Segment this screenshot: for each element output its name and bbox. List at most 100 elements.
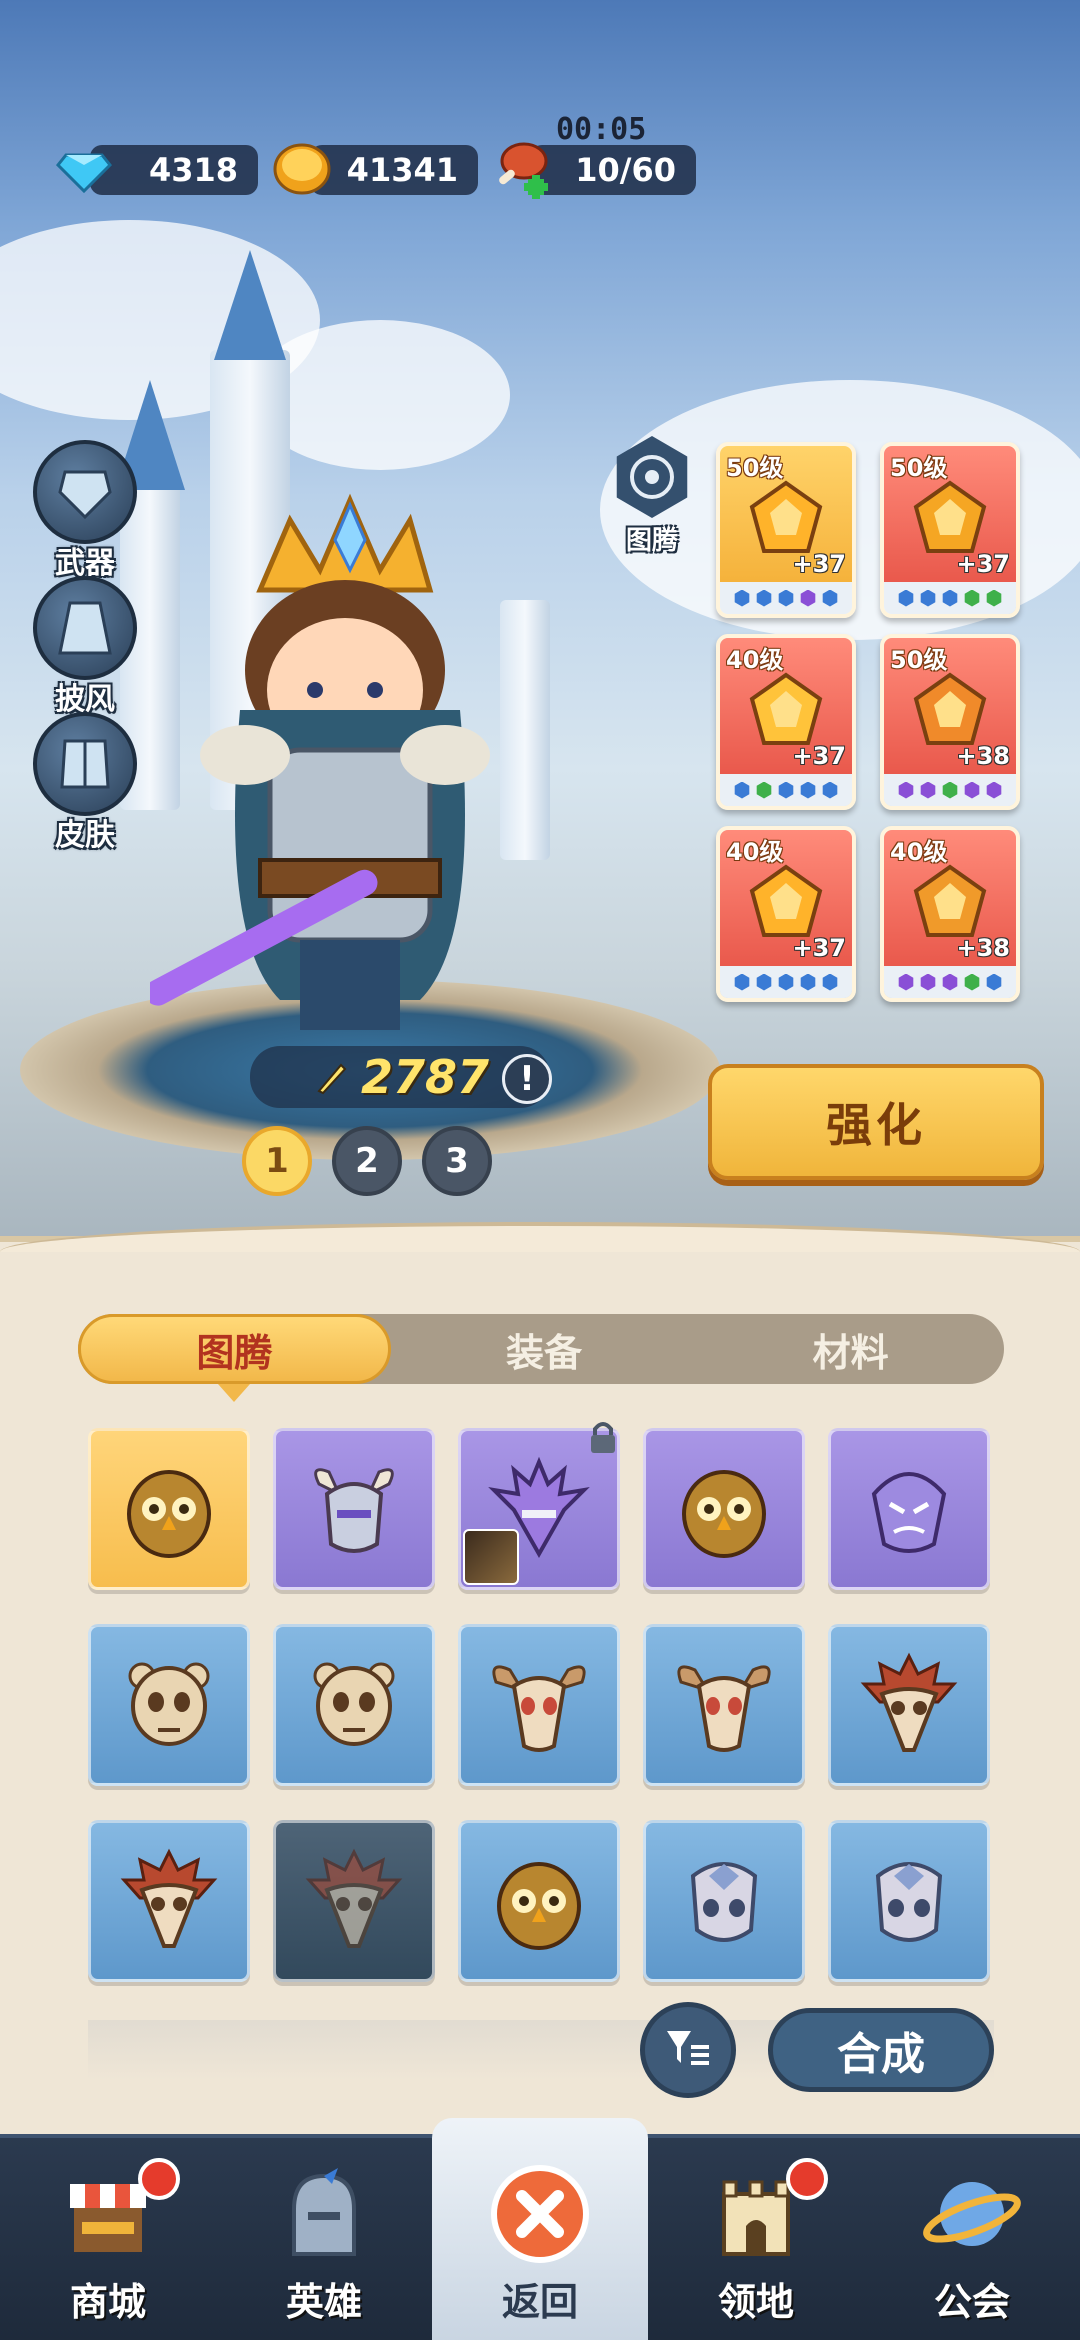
- equipment-card[interactable]: 40级 +37: [716, 634, 856, 810]
- coin-counter[interactable]: 41341: [310, 145, 478, 195]
- owl-totem-icon: [127, 1470, 211, 1558]
- equipment-item-icon: [913, 672, 987, 746]
- totem-slot[interactable]: [458, 1624, 620, 1786]
- lock-icon: [591, 1422, 615, 1453]
- armor-icon: [33, 440, 137, 544]
- nav-shop[interactable]: 商城: [0, 2138, 216, 2340]
- close-icon: [485, 2159, 595, 2269]
- totem-slot[interactable]: [88, 1428, 250, 1590]
- nav-label: 商城: [69, 2280, 146, 2324]
- equipment-card-face: 40级 +37: [720, 638, 852, 774]
- gem-slot: [898, 973, 914, 991]
- gem-slot: [734, 781, 750, 799]
- power-icon: [317, 1063, 347, 1095]
- side-button-label: 皮肤: [55, 818, 115, 853]
- equipment-bonus: +37: [792, 934, 846, 962]
- gem-slot: [986, 589, 1002, 607]
- equipment-gem-slots: [720, 966, 852, 998]
- tab-totem[interactable]: 图腾: [78, 1314, 391, 1384]
- totem-slot[interactable]: [828, 1624, 990, 1786]
- gem-slot: [822, 781, 838, 799]
- totem-slot[interactable]: [273, 1624, 435, 1786]
- gem-slot: [778, 589, 794, 607]
- equipment-bonus: +37: [792, 550, 846, 578]
- filter-button[interactable]: [640, 2002, 736, 2098]
- totem-slot[interactable]: [643, 1820, 805, 1982]
- nav-back[interactable]: 返回: [432, 2118, 648, 2340]
- equipment-card[interactable]: 40级 +38: [880, 826, 1020, 1002]
- filter-icon: [667, 2031, 709, 2065]
- gem-slot: [942, 589, 958, 607]
- gem-slot: [986, 973, 1002, 991]
- tab-equipment[interactable]: 装备: [391, 1314, 698, 1384]
- gem-slot: [942, 781, 958, 799]
- hero-character[interactable]: [150, 480, 550, 1060]
- owl-totem-icon: [497, 1862, 581, 1950]
- side-button-cape[interactable]: 披风: [30, 576, 140, 718]
- totem-slot[interactable]: [828, 1820, 990, 1982]
- gem-slot: [964, 973, 980, 991]
- tab-materials[interactable]: 材料: [697, 1314, 1004, 1384]
- page-button-3[interactable]: 3: [422, 1126, 492, 1196]
- gem-count: 4318: [148, 151, 238, 189]
- gem-slot: [778, 973, 794, 991]
- equipment-gem-slots: [720, 774, 852, 806]
- equipment-card[interactable]: 50级 +38: [880, 634, 1020, 810]
- gem-slot: [964, 781, 980, 799]
- gem-slot: [734, 973, 750, 991]
- side-button-skin[interactable]: 皮肤: [30, 712, 140, 854]
- gem-slot: [756, 589, 772, 607]
- notification-badge: [786, 2158, 828, 2200]
- power-info-button[interactable]: !: [502, 1054, 552, 1104]
- nav-label: 返回: [501, 2280, 578, 2324]
- skin-icon: [33, 712, 137, 816]
- totem-slot[interactable]: [458, 1820, 620, 1982]
- stamina-counter[interactable]: 10/60: [530, 145, 696, 195]
- totem-button[interactable]: 图腾: [606, 436, 698, 557]
- bird-skull-totem-icon: [305, 1848, 403, 1948]
- castle-spire: [214, 250, 286, 360]
- totem-slot[interactable]: [643, 1624, 805, 1786]
- nav-label: 英雄: [285, 2280, 362, 2324]
- gem-slot: [800, 589, 816, 607]
- bottom-nav: 商城 英雄 返回 领地 公会: [0, 2118, 1080, 2340]
- nav-hero[interactable]: 英雄: [216, 2138, 432, 2340]
- combine-button[interactable]: 合成: [768, 2008, 994, 2092]
- gem-slot: [800, 781, 816, 799]
- totem-slot[interactable]: [273, 1820, 435, 1982]
- equipped-hero-avatar: [463, 1529, 519, 1585]
- helmet-icon: [269, 2159, 379, 2269]
- equipment-card[interactable]: 50级 +37: [880, 442, 1020, 618]
- strengthen-button[interactable]: 强化: [708, 1064, 1044, 1180]
- side-button-weapon[interactable]: 武器: [30, 440, 140, 582]
- equipment-gem-slots: [720, 582, 852, 614]
- gem-slot: [986, 781, 1002, 799]
- coin-count: 41341: [346, 151, 458, 189]
- equipment-card[interactable]: 50级 +37: [716, 442, 856, 618]
- meat-icon: [488, 135, 552, 199]
- equipment-bonus: +38: [956, 934, 1010, 962]
- equipment-card-face: 50级 +37: [720, 446, 852, 582]
- nav-territory[interactable]: 领地: [648, 2138, 864, 2340]
- totem-slot[interactable]: [643, 1428, 805, 1590]
- page-button-1[interactable]: 1: [242, 1126, 312, 1196]
- owl-totem-icon: [682, 1470, 766, 1558]
- gem-slot: [778, 781, 794, 799]
- equipment-card-face: 50级 +37: [884, 446, 1016, 582]
- totem-slot[interactable]: [88, 1820, 250, 1982]
- equipment-item-icon: [913, 864, 987, 938]
- totem-grid: [88, 1422, 994, 1982]
- equipment-bonus: +37: [792, 742, 846, 770]
- totem-slot[interactable]: [273, 1428, 435, 1590]
- totem-slot[interactable]: [828, 1428, 990, 1590]
- totem-slot[interactable]: [88, 1624, 250, 1786]
- page-button-2[interactable]: 2: [332, 1126, 402, 1196]
- nav-guild[interactable]: 公会: [864, 2138, 1080, 2340]
- equipment-card[interactable]: 40级 +37: [716, 826, 856, 1002]
- totem-slot[interactable]: [458, 1422, 620, 1590]
- equipment-gem-slots: [884, 582, 1016, 614]
- equipment-item-icon: [749, 480, 823, 554]
- totem-icon: [616, 436, 688, 518]
- coin-icon: [270, 135, 334, 199]
- bear-skull-totem-icon: [313, 1662, 395, 1746]
